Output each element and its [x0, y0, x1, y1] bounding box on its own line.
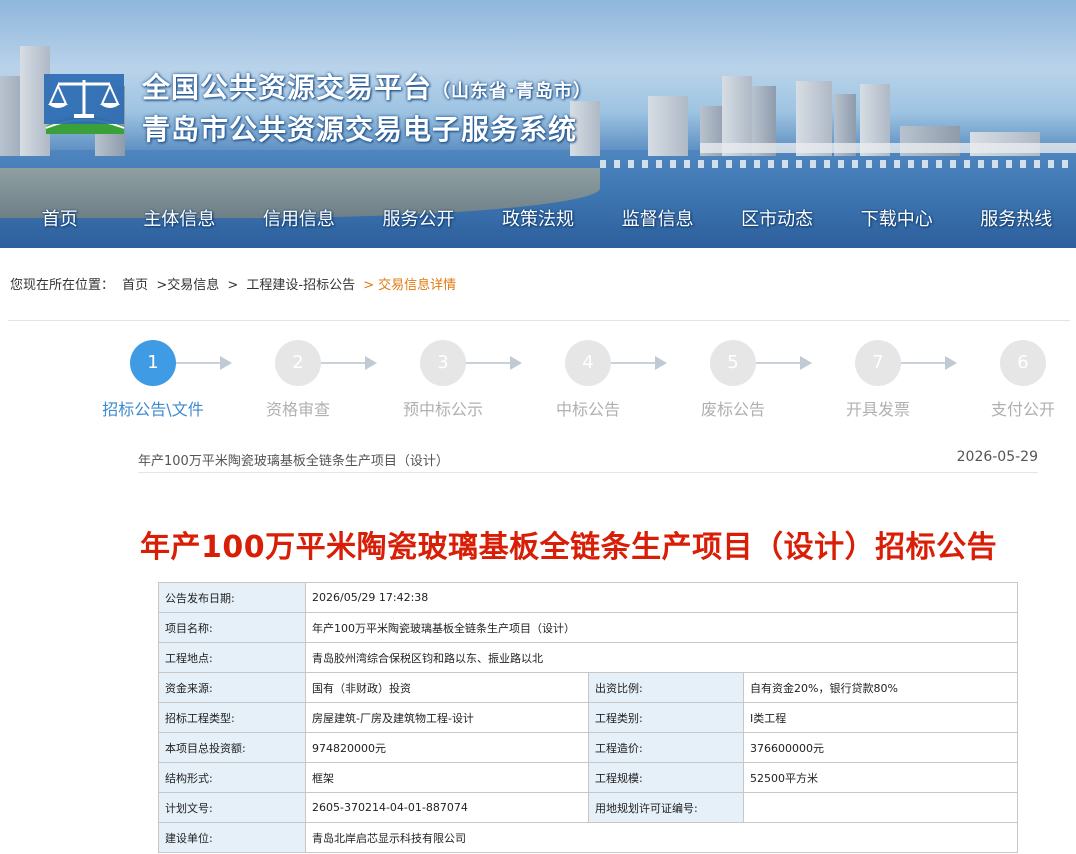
label-fund-source: 资金来源: — [158, 672, 306, 703]
divider — [8, 320, 1070, 321]
label-location: 工程地点: — [158, 642, 306, 673]
nav-hotline[interactable]: 服务热线 — [957, 198, 1076, 246]
process-steps: 1 招标公告\文件 2 资格审查 3 预中标公示 4 中标公告 5 废标公告 7… — [0, 340, 1076, 430]
step-label: 中标公告 — [555, 400, 620, 419]
project-date: 2026-05-29 — [956, 449, 1038, 465]
value-location: 青岛胶州湾综合保税区钧和路以东、振业路以北 — [305, 642, 1018, 673]
breadcrumb-home[interactable]: 首页 — [122, 278, 148, 293]
label-fund-ratio: 出资比例: — [588, 672, 744, 703]
value-structure: 框架 — [305, 762, 589, 793]
platform-logo — [40, 70, 128, 136]
step-label: 开具发票 — [845, 400, 910, 419]
value-land-permit — [743, 792, 1018, 823]
table-row: 公告发布日期: 2026/05/29 17:42:38 — [158, 582, 1018, 613]
label-structure: 结构形式: — [158, 762, 306, 793]
step-label: 支付公开 — [990, 400, 1055, 419]
step-invoice[interactable]: 7 开具发票 — [798, 340, 958, 420]
value-project-name: 年产100万平米陶瓷玻璃基板全链条生产项目（设计） — [305, 612, 1018, 643]
breadcrumb-prefix: 您现在所在位置： — [10, 278, 115, 293]
value-project-cost: 376600000元 — [743, 732, 1018, 763]
label-scale: 工程规模: — [588, 762, 744, 793]
step-pre-award[interactable]: 3 预中标公示 — [363, 340, 523, 420]
table-row: 计划文号: 2605-370214-04-01-887074 用地规划许可证编号… — [158, 792, 1018, 823]
breadcrumb-trade-info[interactable]: >交易信息 — [156, 278, 219, 293]
step-number: 2 — [275, 340, 321, 386]
step-number: 5 — [710, 340, 756, 386]
label-project-name: 项目名称: — [158, 612, 306, 643]
nav-download[interactable]: 下载中心 — [837, 198, 957, 246]
step-number: 1 — [130, 340, 176, 386]
step-label: 废标公告 — [700, 400, 765, 419]
nav-entity-info[interactable]: 主体信息 — [120, 198, 240, 246]
label-land-permit: 用地规划许可证编号: — [588, 792, 744, 823]
step-label: 招标公告\文件 — [102, 400, 204, 419]
project-bar: 年产100万平米陶瓷玻璃基板全链条生产项目（设计） 2026-05-29 — [138, 448, 1038, 473]
step-label: 预中标公示 — [402, 400, 483, 419]
page-title: 年产100万平米陶瓷玻璃基板全链条生产项目（设计）招标公告 — [140, 530, 998, 565]
main-nav: 首页 主体信息 信用信息 服务公开 政策法规 监督信息 区市动态 下载中心 服务… — [0, 198, 1076, 246]
table-row: 建设单位: 青岛北岸启芯显示科技有限公司 — [158, 822, 1018, 853]
label-total-invest: 本项目总投资额: — [158, 732, 306, 763]
label-builder: 建设单位: — [158, 822, 306, 853]
label-plan-doc: 计划文号: — [158, 792, 306, 823]
step-number: 6 — [1000, 340, 1046, 386]
step-payment[interactable]: 6 支付公开 — [943, 340, 1076, 420]
step-number: 4 — [565, 340, 611, 386]
nav-policy[interactable]: 政策法规 — [478, 198, 598, 246]
system-title: 青岛市公共资源交易电子服务系统 — [142, 113, 578, 146]
project-name: 年产100万平米陶瓷玻璃基板全链条生产项目（设计） — [138, 454, 449, 469]
label-project-cost: 工程造价: — [588, 732, 744, 763]
step-label: 资格审查 — [265, 400, 330, 419]
table-row: 工程地点: 青岛胶州湾综合保税区钧和路以东、振业路以北 — [158, 642, 1018, 673]
value-bid-type: 房屋建筑-厂房及建筑物工程-设计 — [305, 702, 589, 733]
platform-title: 全国公共资源交易平台（山东省·青岛市） — [142, 71, 592, 104]
table-row: 资金来源: 国有（非财政）投资 出资比例: 自有资金20%，银行贷款80% — [158, 672, 1018, 703]
step-number: 3 — [420, 340, 466, 386]
value-total-invest: 974820000元 — [305, 732, 589, 763]
label-project-category: 工程类别: — [588, 702, 744, 733]
step-award[interactable]: 4 中标公告 — [508, 340, 668, 420]
step-bid-notice[interactable]: 1 招标公告\文件 — [73, 340, 233, 420]
label-bid-type: 招标工程类型: — [158, 702, 306, 733]
nav-service-public[interactable]: 服务公开 — [359, 198, 479, 246]
step-qualification[interactable]: 2 资格审查 — [218, 340, 378, 420]
step-number: 7 — [855, 340, 901, 386]
breadcrumb-sep: > — [227, 278, 239, 293]
header-banner: 全国公共资源交易平台（山东省·青岛市） 青岛市公共资源交易电子服务系统 首页 主… — [0, 0, 1076, 248]
nav-district-news[interactable]: 区市动态 — [717, 198, 837, 246]
breadcrumb-bid-notice[interactable]: 工程建设-招标公告 — [246, 278, 355, 293]
table-row: 招标工程类型: 房屋建筑-厂房及建筑物工程-设计 工程类别: Ⅰ类工程 — [158, 702, 1018, 733]
value-publish-date: 2026/05/29 17:42:38 — [305, 582, 1018, 613]
table-row: 结构形式: 框架 工程规模: 52500平方米 — [158, 762, 1018, 793]
table-row: 本项目总投资额: 974820000元 工程造价: 376600000元 — [158, 732, 1018, 763]
value-fund-ratio: 自有资金20%，银行贷款80% — [743, 672, 1018, 703]
project-info-table: 公告发布日期: 2026/05/29 17:42:38 项目名称: 年产100万… — [158, 582, 1018, 853]
value-fund-source: 国有（非财政）投资 — [305, 672, 589, 703]
breadcrumb-current: > 交易信息详情 — [363, 278, 457, 293]
value-project-category: Ⅰ类工程 — [743, 702, 1018, 733]
nav-credit-info[interactable]: 信用信息 — [239, 198, 359, 246]
table-row: 项目名称: 年产100万平米陶瓷玻璃基板全链条生产项目（设计） — [158, 612, 1018, 643]
value-plan-doc: 2605-370214-04-01-887074 — [305, 792, 589, 823]
label-publish-date: 公告发布日期: — [158, 582, 306, 613]
value-builder: 青岛北岸启芯显示科技有限公司 — [305, 822, 1018, 853]
breadcrumb: 您现在所在位置： 首页 >交易信息 > 工程建设-招标公告 > 交易信息详情 — [10, 274, 464, 293]
value-scale: 52500平方米 — [743, 762, 1018, 793]
nav-home[interactable]: 首页 — [0, 198, 120, 246]
nav-supervision[interactable]: 监督信息 — [598, 198, 718, 246]
step-void-bid[interactable]: 5 废标公告 — [653, 340, 813, 420]
